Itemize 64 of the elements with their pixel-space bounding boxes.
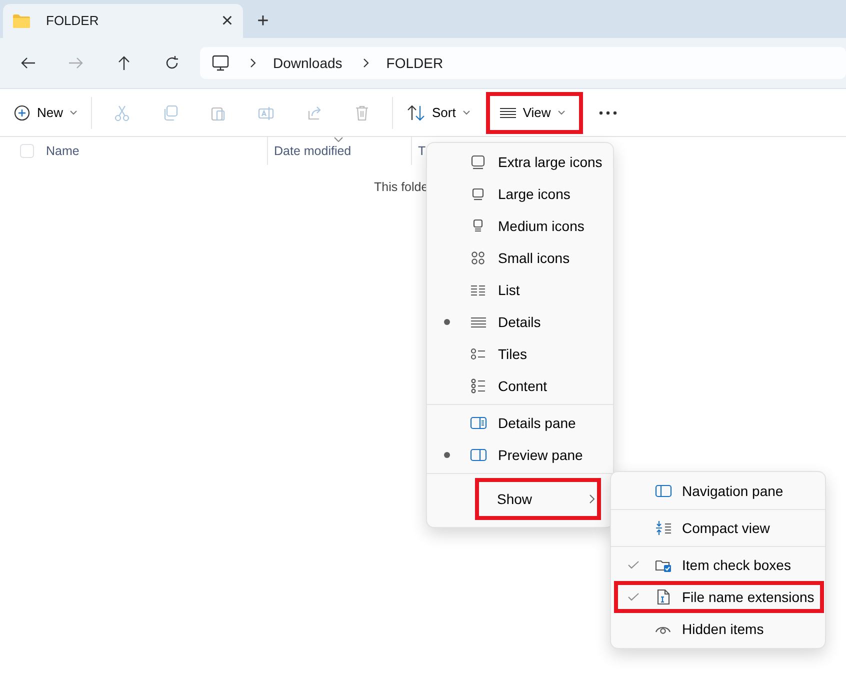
menu-item[interactable]: Item check boxes — [614, 549, 824, 581]
caret-icon — [558, 110, 565, 115]
monitor-icon — [470, 186, 486, 202]
menu-item[interactable]: Extra large icons — [427, 146, 613, 178]
forward-icon[interactable] — [68, 55, 84, 71]
address-bar[interactable]: Downloads FOLDER — [200, 47, 846, 79]
details-icon — [500, 106, 516, 118]
file-icon — [654, 589, 672, 605]
navigation-pane-icon — [654, 483, 672, 499]
chevron-icon — [249, 58, 257, 68]
caret-icon — [462, 110, 470, 115]
back-icon[interactable] — [20, 55, 36, 71]
paste-icon[interactable] — [210, 104, 226, 120]
details-pane-icon — [470, 415, 486, 431]
select-all-checkbox[interactable] — [20, 144, 34, 158]
column-header[interactable]: Date modified — [274, 142, 352, 160]
menu-item[interactable]: Medium icons — [427, 210, 613, 242]
cut-icon[interactable] — [114, 104, 130, 120]
menu-item[interactable]: Navigation pane — [614, 475, 824, 507]
breadcrumb-item[interactable]: Downloads — [273, 52, 342, 74]
compact-view-icon — [654, 520, 672, 536]
new-tab-button[interactable]: + — [243, 5, 283, 37]
menu-item[interactable]: Large icons — [427, 178, 613, 210]
monitor-icon — [212, 55, 229, 71]
column-header[interactable]: T — [418, 142, 426, 160]
share-icon[interactable] — [306, 104, 322, 120]
caret-icon — [70, 110, 78, 115]
menu-item[interactable]: Compact view — [614, 512, 824, 544]
chevron-icon — [589, 494, 595, 504]
tiles-icon — [470, 346, 486, 362]
plus-circle-icon — [14, 104, 30, 120]
copy-icon[interactable] — [162, 104, 178, 120]
menu-item[interactable]: File name extensions — [614, 581, 824, 613]
up-arrow-icon[interactable] — [116, 55, 132, 71]
menu-item[interactable]: Content — [427, 370, 613, 402]
content-icon — [470, 378, 486, 394]
column-header[interactable]: Name — [46, 142, 80, 160]
menu-item[interactable]: Details — [427, 306, 613, 338]
folder-tab[interactable]: FOLDER × — [3, 4, 243, 38]
preview-pane-icon — [470, 447, 486, 463]
chevron-icon — [362, 58, 370, 68]
folder-icon — [13, 14, 30, 28]
menu-item[interactable]: Hidden items — [614, 613, 824, 645]
close-button[interactable]: × — [221, 6, 233, 36]
checkmark-icon — [628, 593, 638, 601]
delete-icon[interactable] — [354, 104, 370, 120]
grid-icon — [470, 250, 486, 266]
menu-item[interactable]: Details pane — [427, 407, 613, 439]
refresh-icon[interactable] — [164, 55, 180, 71]
rename-icon[interactable] — [258, 104, 274, 120]
menu-item[interactable]: List — [427, 274, 613, 306]
more-icon[interactable] — [598, 110, 617, 114]
new-button[interactable]: New — [6, 94, 86, 130]
menu-item[interactable]: Small icons — [427, 242, 613, 274]
view-button[interactable]: View — [486, 92, 583, 134]
breadcrumb-item[interactable]: FOLDER — [386, 52, 444, 74]
tab-title: FOLDER — [46, 12, 100, 30]
show-menu-item[interactable]: Show — [475, 478, 601, 520]
checkmark-icon — [628, 561, 638, 569]
menu-item[interactable]: Tiles — [427, 338, 613, 370]
sort-icon — [407, 104, 426, 120]
menu-item[interactable]: Preview pane — [427, 439, 613, 471]
sort-button[interactable]: Sort — [399, 94, 478, 130]
monitor-icon — [470, 154, 486, 170]
